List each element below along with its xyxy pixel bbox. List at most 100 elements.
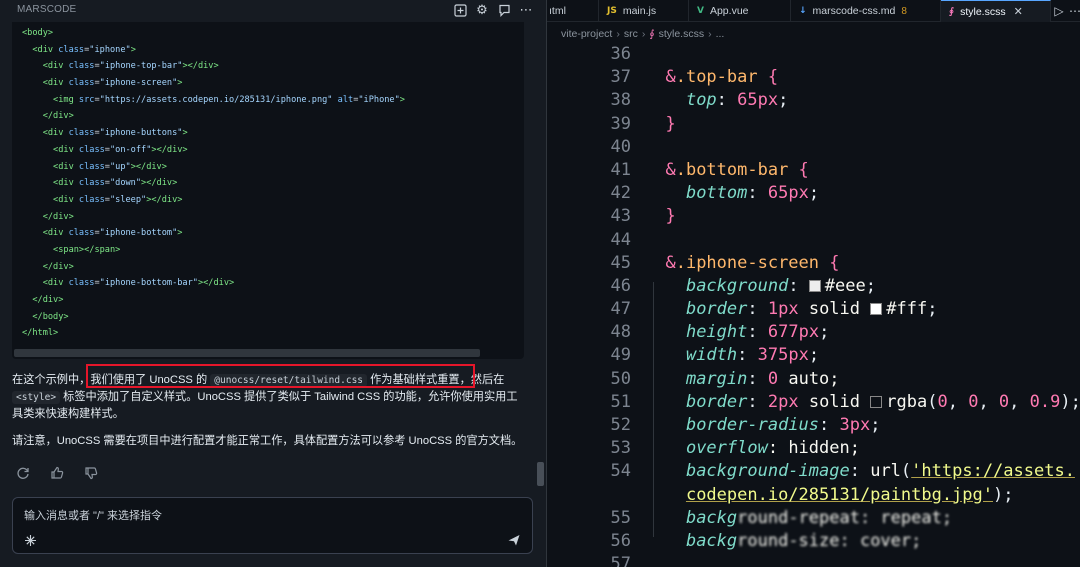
code-line: <body> — [22, 28, 54, 38]
line-number: 51 — [610, 391, 631, 412]
code-line: <div class="iphone-screen"> — [42, 78, 183, 89]
editor-code-line: &.iphone-screen { — [645, 252, 840, 273]
line-number: 55 — [610, 507, 631, 528]
problems-badge: 8 — [901, 5, 907, 17]
inline-code-reset: @unocss/reset/tailwind.css — [210, 374, 368, 387]
more-icon[interactable]: ⋯ — [1067, 3, 1080, 19]
code-block-lines: <body> <div class="iphone"> <div class="… — [22, 25, 405, 342]
breadcrumb-item[interactable]: style.scss — [659, 28, 705, 40]
editor-code-line — [645, 553, 1080, 567]
tab-label: main.js — [622, 5, 657, 17]
line-number: 53 — [610, 438, 631, 459]
code-line: <div class="iphone"> — [32, 44, 136, 55]
line-number: 38 — [610, 90, 631, 111]
scss-file-icon: ∮ — [649, 28, 655, 40]
tab-label: ıtml — [549, 5, 566, 17]
line-number: 36 — [610, 44, 631, 64]
editor-code-line: background-size: cover; — [685, 530, 922, 551]
more-icon[interactable]: ⋯ — [518, 2, 534, 18]
tab-style-scss[interactable]: ∮ style.scss ✕ — [941, 0, 1051, 22]
editor-code-line — [645, 43, 1080, 66]
code-line: <div class="iphone-top-bar"></div> — [42, 61, 219, 72]
thumbs-down-icon[interactable] — [82, 464, 100, 482]
run-icon[interactable]: ▷ — [1051, 3, 1067, 19]
chat-panel-header: MARSCODE ⚙ ⋯ — [0, 0, 546, 22]
explanation-paragraph-1: 在这个示例中，我们使用了 UnoCSS 的 @unocss/reset/tail… — [12, 372, 527, 423]
thumbs-up-icon[interactable] — [48, 464, 66, 482]
code-line: </body> — [32, 311, 69, 322]
new-chat-icon[interactable] — [452, 2, 468, 18]
breadcrumb-item[interactable]: ... — [716, 28, 725, 40]
breadcrumb-separator: › — [641, 28, 646, 40]
javascript-file-icon: JS — [607, 6, 617, 16]
code-line: <div class="down"></div> — [53, 178, 178, 189]
markdown-file-icon: ↓ — [799, 6, 807, 16]
editor-code-line: border: 1px solid #fff; — [685, 299, 938, 320]
color-swatch[interactable] — [870, 395, 883, 408]
chat-message-input[interactable] — [24, 507, 494, 525]
chat-vertical-scrollbar[interactable] — [537, 462, 544, 486]
breadcrumb: vite-project › src › ∮ style.scss › ... — [561, 26, 724, 42]
sparkle-icon[interactable] — [24, 534, 38, 548]
line-number: 42 — [610, 183, 631, 204]
line-number: 39 — [610, 113, 631, 134]
code-line: </html> — [22, 328, 59, 339]
editor-code-line: } — [645, 113, 676, 134]
line-number: 54 — [610, 461, 631, 482]
feedback-icon[interactable] — [496, 2, 512, 18]
explanation-paragraph-2: 请注意，UnoCSS 需要在项目中进行配置才能正常工作，具体配置方法可以参考 U… — [12, 435, 523, 447]
color-swatch[interactable] — [808, 279, 821, 292]
code-editor-content[interactable]: &.top-bar { top: 65px; } &.bottom-bar { … — [645, 43, 1080, 567]
scss-file-icon: ∮ — [949, 6, 955, 17]
tab-marscode-css-md[interactable]: ↓ marscode-css.md 8 — [791, 0, 941, 22]
tab-label: App.vue — [709, 5, 749, 17]
refresh-icon[interactable] — [14, 464, 32, 482]
editor-code-line: } — [645, 206, 676, 227]
code-line: <img src="https://assets.codepen.io/2851… — [53, 94, 405, 105]
editor-code-line: background: #eee; — [685, 275, 876, 296]
app-title: MARSCODE — [17, 4, 77, 15]
editor-code-line: border-radius: 3px; — [685, 415, 881, 435]
editor-code-line: margin: 0 auto; — [685, 368, 840, 389]
code-horizontal-scrollbar[interactable] — [14, 349, 480, 357]
editor-code-line: height: 677px; — [685, 322, 830, 343]
editor-code-line: &.top-bar { — [645, 67, 779, 88]
tab-label: marscode-css.md — [812, 5, 896, 17]
code-line: <div class="up"></div> — [53, 161, 167, 172]
breadcrumb-item[interactable]: src — [624, 28, 638, 40]
gear-icon[interactable]: ⚙ — [474, 2, 490, 18]
line-number: 43 — [610, 206, 631, 227]
line-number: 57 — [610, 554, 631, 567]
explanation-text: 在这个示例中，我们使用了 UnoCSS 的 — [12, 374, 211, 386]
code-line: <span></span> — [53, 244, 121, 255]
tab-app-vue[interactable]: V App.vue — [689, 0, 791, 22]
code-line: </div> — [42, 261, 74, 272]
breadcrumb-item[interactable]: vite-project — [561, 28, 612, 40]
explanation-text: 标签中添加了自定义样式。UnoCSS 提供了类似于 Tailwind CSS 的… — [12, 391, 518, 420]
tab-html[interactable]: ıtml — [547, 0, 599, 22]
explanation-text: 作为基础样式重置，然后在 — [367, 374, 505, 386]
inline-code-style: <style> — [12, 391, 61, 404]
line-number: 48 — [610, 322, 631, 343]
tab-main-js[interactable]: JS main.js — [599, 0, 689, 22]
line-number: 50 — [610, 368, 631, 389]
send-icon[interactable] — [507, 533, 523, 549]
editor-panel: ıtml JS main.js V App.vue ↓ marscode-css.md… — [546, 0, 1080, 567]
editor-code-line: border: 2px solid rgba(0, 0, 0, 0.9); — [685, 391, 1080, 412]
marscode-chat-panel: MARSCODE ⚙ ⋯ <body> <div class="iphone">… — [0, 0, 546, 567]
message-feedback-row — [14, 464, 100, 484]
code-line: <div class="on-off"></div> — [53, 144, 188, 155]
code-line: </div> — [42, 211, 74, 222]
code-block: <body> <div class="iphone"> <div class="… — [12, 22, 524, 359]
line-number: 44 — [610, 229, 631, 250]
color-swatch[interactable] — [870, 303, 883, 316]
line-number: 52 — [610, 415, 631, 435]
editor-code-line: bottom: 65px; — [685, 183, 820, 204]
editor-code-line: &.bottom-bar { — [645, 159, 809, 180]
line-number: 56 — [610, 530, 631, 551]
chat-input-box[interactable] — [12, 497, 533, 554]
editor-code-line — [645, 229, 1080, 252]
line-number: 49 — [610, 345, 631, 366]
line-number: 46 — [610, 275, 631, 296]
close-icon[interactable]: ✕ — [1014, 5, 1023, 18]
